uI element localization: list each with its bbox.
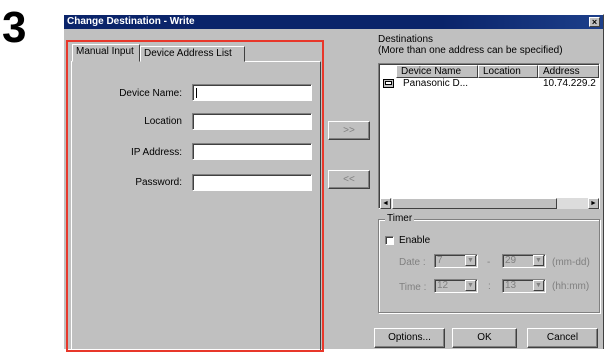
- destinations-heading: Destinations (More than one address can …: [378, 34, 563, 56]
- chevron-down-icon[interactable]: ▼: [465, 255, 476, 266]
- time-format: (hh:mm): [552, 281, 590, 292]
- step-number: 3: [2, 3, 27, 52]
- enable-label[interactable]: Enable: [399, 235, 430, 246]
- tab-manual-input[interactable]: Manual Input: [72, 44, 140, 62]
- date-month-value: 7: [437, 255, 443, 266]
- options-button[interactable]: Options...: [374, 328, 445, 348]
- window-title: Change Destination - Write: [64, 15, 603, 29]
- date-label: Date :: [399, 257, 426, 268]
- column-header-location[interactable]: Location: [478, 65, 538, 78]
- date-separator: -: [487, 257, 491, 268]
- row-address: 10.74.229.2: [543, 78, 596, 89]
- scroll-left-icon[interactable]: ◄: [380, 198, 391, 209]
- date-day-value: 29: [505, 255, 517, 266]
- chevron-down-icon[interactable]: ▼: [465, 280, 476, 291]
- ok-button[interactable]: OK: [452, 328, 517, 348]
- computer-icon: [383, 79, 394, 88]
- highlight-frame: [66, 40, 324, 352]
- time-minute-value: 13: [505, 280, 517, 291]
- time-label: Time :: [399, 282, 427, 293]
- add-destination-button[interactable]: >>: [328, 121, 370, 140]
- time-hour-value: 12: [437, 280, 449, 291]
- enable-checkbox[interactable]: [385, 236, 394, 245]
- column-header-address[interactable]: Address: [538, 65, 599, 78]
- scroll-right-icon[interactable]: ►: [588, 198, 599, 209]
- scrollbar-thumb[interactable]: [392, 198, 557, 209]
- destinations-note: (More than one address can be specified): [378, 45, 563, 56]
- close-icon[interactable]: ×: [589, 17, 600, 27]
- chevron-down-icon[interactable]: ▼: [533, 280, 544, 291]
- date-format: (mm-dd): [552, 257, 590, 268]
- timer-title: Timer: [385, 213, 415, 224]
- table-row[interactable]: Panasonic D... 10.74.229.2: [380, 78, 599, 91]
- time-separator: :: [488, 281, 491, 292]
- cancel-button[interactable]: Cancel: [527, 328, 598, 348]
- row-device-name: Panasonic D...: [403, 78, 469, 89]
- remove-destination-button[interactable]: <<: [328, 170, 370, 189]
- chevron-down-icon[interactable]: ▼: [533, 255, 544, 266]
- column-header-device-name[interactable]: Device Name: [396, 65, 478, 78]
- destinations-title: Destinations: [378, 34, 434, 45]
